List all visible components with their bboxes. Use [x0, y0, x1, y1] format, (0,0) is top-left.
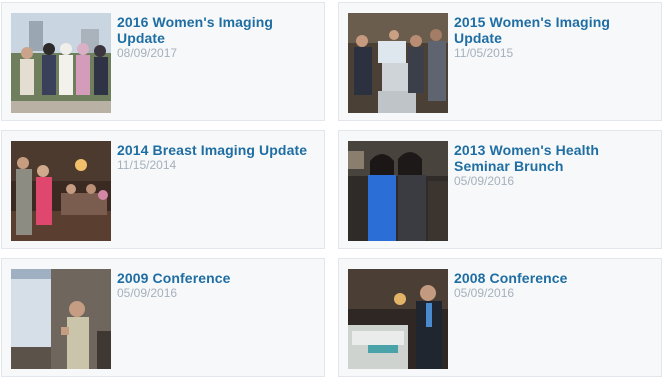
event-title-link[interactable]: 2013 Women's Health Seminar Brunch — [454, 142, 654, 174]
event-title-link[interactable]: 2009 Conference — [117, 270, 317, 286]
event-thumbnail[interactable] — [348, 141, 448, 241]
event-date: 11/15/2014 — [117, 158, 177, 172]
event-thumbnail[interactable] — [348, 13, 448, 113]
event-card[interactable]: 2016 Women's Imaging Update 08/09/2017 — [1, 2, 325, 121]
event-card[interactable]: 2015 Women's Imaging Update 11/05/2015 — [338, 2, 662, 121]
event-title-link[interactable]: 2015 Women's Imaging Update — [454, 14, 654, 46]
event-thumbnail[interactable] — [11, 141, 111, 241]
event-date: 08/09/2017 — [117, 46, 178, 60]
event-gallery-grid: 2016 Women's Imaging Update 08/09/2017 2… — [0, 0, 664, 381]
event-thumbnail[interactable] — [11, 13, 111, 113]
event-card[interactable]: 2014 Breast Imaging Update 11/15/2014 — [1, 130, 325, 249]
event-card[interactable]: 2009 Conference 05/09/2016 — [1, 258, 325, 377]
event-card[interactable]: 2013 Women's Health Seminar Brunch 05/09… — [338, 130, 662, 249]
event-card[interactable]: 2008 Conference 05/09/2016 — [338, 258, 662, 377]
event-date: 05/09/2016 — [454, 174, 515, 188]
event-title-link[interactable]: 2008 Conference — [454, 270, 654, 286]
event-date: 05/09/2016 — [117, 286, 178, 300]
event-title-link[interactable]: 2016 Women's Imaging Update — [117, 14, 317, 46]
event-date: 11/05/2015 — [454, 46, 514, 60]
event-thumbnail[interactable] — [348, 269, 448, 369]
event-title-link[interactable]: 2014 Breast Imaging Update — [117, 142, 317, 158]
event-date: 05/09/2016 — [454, 286, 515, 300]
event-thumbnail[interactable] — [11, 269, 111, 369]
